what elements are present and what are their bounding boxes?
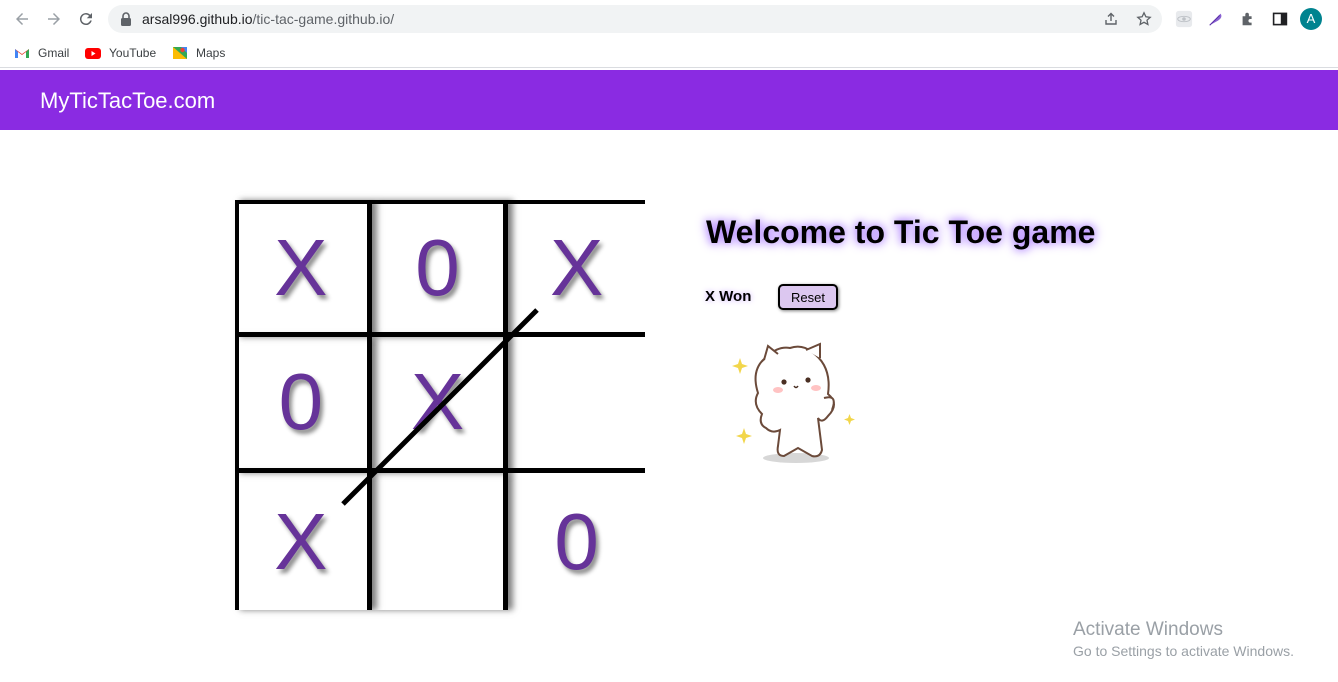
cell-mark: X (549, 222, 604, 312)
maps-icon (173, 47, 187, 59)
board-cell-5[interactable]: X (371, 336, 509, 474)
profile-avatar[interactable]: A (1300, 8, 1322, 30)
extensions-puzzle-icon[interactable] (1238, 9, 1258, 29)
game-title: Welcome to Tic Toe game (706, 214, 1096, 250)
browser-toolbar: arsal996.github.io/tic-tac-game.github.i… (0, 0, 1338, 38)
cell-mark: 0 (278, 357, 324, 447)
feather-extension-icon[interactable] (1206, 9, 1226, 29)
watermark-title: Activate Windows (1073, 619, 1223, 640)
cell-mark: X (274, 222, 328, 312)
forward-arrow-icon (48, 13, 60, 25)
board-cell-2[interactable]: 0 (371, 200, 509, 337)
back-button[interactable] (10, 8, 34, 30)
board-cell-3[interactable]: X (508, 200, 645, 337)
site-brand[interactable]: MyTicTacToe.com (40, 88, 215, 114)
reset-button[interactable]: Reset (778, 284, 838, 310)
board-cell-4[interactable]: 0 (235, 336, 372, 474)
address-bar[interactable]: arsal996.github.io/tic-tac-game.github.i… (108, 5, 1162, 33)
url-text: arsal996.github.io/tic-tac-game.github.i… (142, 11, 395, 27)
react-devtools-icon[interactable] (1174, 9, 1194, 29)
celebration-cat-image (732, 342, 855, 463)
board-cell-8[interactable] (372, 473, 509, 610)
side-panel-icon[interactable] (1270, 9, 1290, 29)
watermark-subtitle: Go to Settings to activate Windows. (1073, 643, 1294, 659)
cell-mark: X (410, 357, 465, 447)
cell-mark: X (274, 496, 328, 586)
game-board: X 0 X 0 X X 0 (235, 200, 645, 610)
board-cell-7[interactable]: X (235, 473, 372, 610)
board-left-border (235, 200, 239, 610)
share-icon[interactable] (1103, 11, 1119, 27)
youtube-icon (85, 48, 101, 59)
forward-button[interactable] (42, 8, 66, 30)
board-cell-6[interactable] (508, 337, 645, 474)
bookmark-maps[interactable]: Maps (172, 43, 225, 63)
bookmark-gmail[interactable]: Gmail (14, 43, 69, 63)
game-status: X Won (705, 288, 752, 305)
board-cell-9[interactable]: 0 (508, 473, 645, 610)
lock-icon (121, 12, 131, 26)
bookmark-youtube[interactable]: YouTube (85, 43, 156, 63)
bookmarks-bar: Gmail YouTube Maps (0, 38, 1338, 68)
board-cell-1[interactable]: X (235, 200, 372, 337)
cell-mark: 0 (554, 496, 599, 586)
windows-activation-watermark: Activate Windows Go to Settings to activ… (1073, 619, 1294, 659)
reload-icon (79, 13, 92, 26)
gmail-icon (15, 49, 29, 58)
back-arrow-icon (16, 13, 28, 25)
reload-button[interactable] (74, 8, 98, 30)
bookmark-star-icon[interactable] (1136, 11, 1152, 27)
cell-mark: 0 (415, 222, 460, 312)
site-navbar: MyTicTacToe.com (0, 70, 1338, 130)
